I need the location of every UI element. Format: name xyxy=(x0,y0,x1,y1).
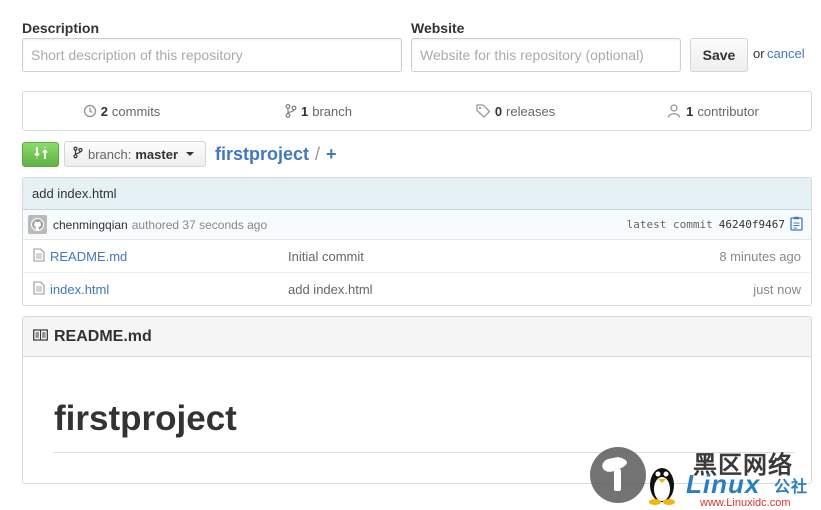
clipboard-icon[interactable] xyxy=(790,216,803,234)
file-commit-message[interactable]: add index.html xyxy=(288,282,753,297)
breadcrumb-separator: / xyxy=(315,144,321,164)
releases-link[interactable]: 0 releases xyxy=(417,104,614,119)
latest-commit-message: add index.html xyxy=(23,178,811,210)
commits-link[interactable]: 2 commits xyxy=(23,104,220,119)
latest-commit-label: latest commit xyxy=(626,218,713,231)
readme-filename: README.md xyxy=(54,327,152,345)
website-input[interactable] xyxy=(411,38,681,72)
branches-count: 1 xyxy=(301,103,309,119)
breadcrumb: firstproject / + xyxy=(215,144,337,165)
commits-count: 2 xyxy=(100,103,108,119)
readme-heading: firstproject xyxy=(54,399,237,438)
commit-sha[interactable]: 46240f9467 xyxy=(719,218,785,231)
releases-label: releases xyxy=(506,103,556,119)
contributors-count: 1 xyxy=(686,103,694,119)
file-age: 8 minutes ago xyxy=(719,248,801,264)
watermark-url: www.Linuxidc.com xyxy=(700,497,791,509)
or-text: or xyxy=(753,46,765,61)
commit-meta: chenmingqian authored 37 seconds ago lat… xyxy=(23,210,811,240)
chevron-down-icon xyxy=(186,152,195,156)
git-branch-icon xyxy=(73,146,83,162)
watermark-brand-suffix: 公社 xyxy=(774,479,809,496)
repo-name-link[interactable]: firstproject xyxy=(215,144,309,165)
numbers-summary: 2 commits 1 branch 0 releases 1 contribu… xyxy=(22,91,812,131)
branches-link[interactable]: 1 branch xyxy=(220,104,417,119)
description-input[interactable] xyxy=(22,38,402,72)
branch-name: master xyxy=(135,146,179,162)
save-button[interactable]: Save xyxy=(690,38,748,72)
compare-icon xyxy=(33,146,48,163)
file-name-cell: README.md xyxy=(33,247,288,265)
avatar[interactable] xyxy=(28,215,47,234)
readme-header: README.md xyxy=(23,317,811,357)
watermark-brand: Linux xyxy=(686,469,761,499)
table-row: index.html add index.html just now xyxy=(23,273,811,305)
branches-label: branch xyxy=(312,103,352,119)
compare-review-button[interactable] xyxy=(22,142,59,167)
contributors-label: contributor xyxy=(697,103,759,119)
file-name-cell: index.html xyxy=(33,281,288,298)
git-branch-icon xyxy=(285,104,297,118)
file-icon xyxy=(33,281,50,298)
watermark-logo-icon xyxy=(588,445,648,508)
commit-time: authored 37 seconds ago xyxy=(131,217,268,232)
history-icon xyxy=(83,104,97,118)
file-age: just now xyxy=(753,282,801,297)
add-file-link[interactable]: + xyxy=(326,144,337,165)
file-link[interactable]: README.md xyxy=(50,249,127,264)
contributors-link[interactable]: 1 contributor xyxy=(614,104,811,119)
organization-icon xyxy=(666,104,682,118)
file-link[interactable]: index.html xyxy=(50,282,109,297)
branch-selector[interactable]: branch: master xyxy=(64,141,206,167)
description-label: Description xyxy=(22,20,100,36)
branch-prefix: branch: xyxy=(88,146,132,162)
cancel-link[interactable]: cancel xyxy=(767,46,805,61)
website-label: Website xyxy=(411,20,465,36)
table-row: README.md Initial commit 8 minutes ago xyxy=(23,240,811,273)
site-watermark: 黑区网络 Linux 公社 www.Linuxidc.com xyxy=(588,443,821,510)
commit-message[interactable]: add index.html xyxy=(32,186,117,201)
releases-count: 0 xyxy=(494,103,503,119)
commit-author[interactable]: chenmingqian xyxy=(53,218,128,232)
commit-sha-group: latest commit 46240f9467 xyxy=(627,216,803,234)
penguin-icon xyxy=(646,463,678,508)
file-table: add index.html chenmingqian authored 37 … xyxy=(22,177,812,306)
file-commit-message[interactable]: Initial commit xyxy=(288,249,719,264)
file-icon xyxy=(33,247,50,265)
tag-icon xyxy=(476,104,491,118)
book-icon xyxy=(33,328,54,346)
commits-label: commits xyxy=(111,103,161,119)
